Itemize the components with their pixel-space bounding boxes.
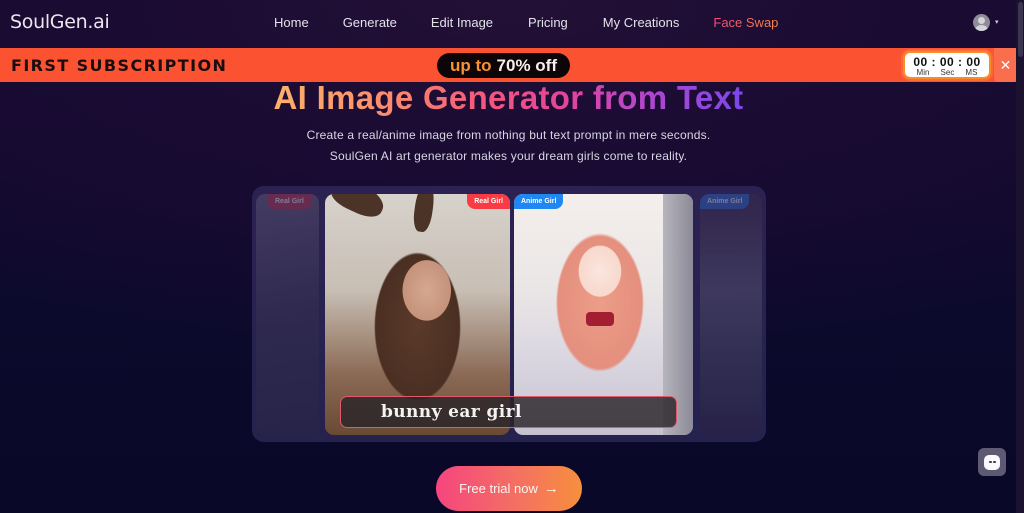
offer-value: 70% off	[496, 55, 557, 75]
real-girl-tag: Real Girl	[467, 194, 510, 209]
nav-edit-image[interactable]: Edit Image	[431, 15, 493, 30]
prompt-display: bunny ear girl	[340, 396, 677, 428]
sample-image	[700, 194, 762, 435]
close-icon[interactable]: ✕	[994, 48, 1017, 82]
image-detail	[586, 312, 614, 326]
free-trial-label: Free trial now	[459, 481, 538, 496]
promo-title: FIRST SUBSCRIPTION	[11, 56, 228, 75]
free-trial-button[interactable]: Free trial now →	[436, 466, 582, 511]
caret-down-icon[interactable]: ▾	[995, 18, 999, 26]
offer-prefix: up to	[449, 55, 492, 75]
bunny-ear	[411, 194, 437, 234]
user-avatar-icon[interactable]	[973, 14, 990, 31]
page-scrollbar[interactable]	[1016, 0, 1024, 513]
hero-title-text: AI Image Generator from Text	[273, 79, 744, 116]
sample-image	[256, 194, 319, 435]
nav-face-swap[interactable]: Face Swap	[713, 15, 778, 30]
chat-icon	[984, 454, 1000, 470]
nav-my-creations[interactable]: My Creations	[603, 15, 680, 30]
promo-offer-pill: up to 70% off	[437, 53, 570, 78]
arrow-right-icon: →	[543, 480, 559, 497]
promo-banner[interactable]: FIRST SUBSCRIPTION up to 70% off 00 : 00…	[0, 48, 1017, 82]
anime-girl-tag: Anime Girl	[700, 194, 750, 209]
nav-pricing[interactable]: Pricing	[528, 15, 568, 30]
chat-widget-button[interactable]	[978, 448, 1006, 476]
logo[interactable]: SoulGen.ai	[10, 11, 110, 33]
scrollbar-thumb[interactable]	[1018, 2, 1023, 57]
hero-title: AI Image Generator from Text	[0, 79, 1017, 117]
timer-label-ms: MS	[965, 68, 978, 77]
real-girl-tag: Real Girl	[268, 194, 311, 209]
countdown-timer: 00 : 00 : 00 Min Sec MS	[903, 51, 991, 79]
carousel-card-faded-left[interactable]: Real Girl	[256, 194, 319, 435]
nav-home[interactable]: Home	[274, 15, 309, 30]
hero-subtitle-line1: Create a real/anime image from nothing b…	[306, 128, 711, 142]
nav-generate[interactable]: Generate	[343, 15, 397, 30]
hero-subtitle-line2: SoulGen AI art generator makes your drea…	[329, 149, 688, 163]
timer-label-min: Min	[916, 68, 930, 77]
timer-labels: Min Sec MS	[905, 68, 989, 77]
nav-links: Home Generate Edit Image Pricing My Crea…	[274, 15, 778, 30]
top-nav: SoulGen.ai Home Generate Edit Image Pric…	[0, 0, 1016, 48]
bunny-ear	[326, 194, 389, 223]
timer-label-sec: Sec	[940, 68, 955, 77]
prompt-text: bunny ear girl	[381, 402, 522, 422]
timer-digits: 00 : 00 : 00	[913, 55, 981, 69]
anime-girl-tag: Anime Girl	[514, 194, 564, 209]
carousel-card-faded-right[interactable]: Anime Girl	[700, 194, 762, 435]
